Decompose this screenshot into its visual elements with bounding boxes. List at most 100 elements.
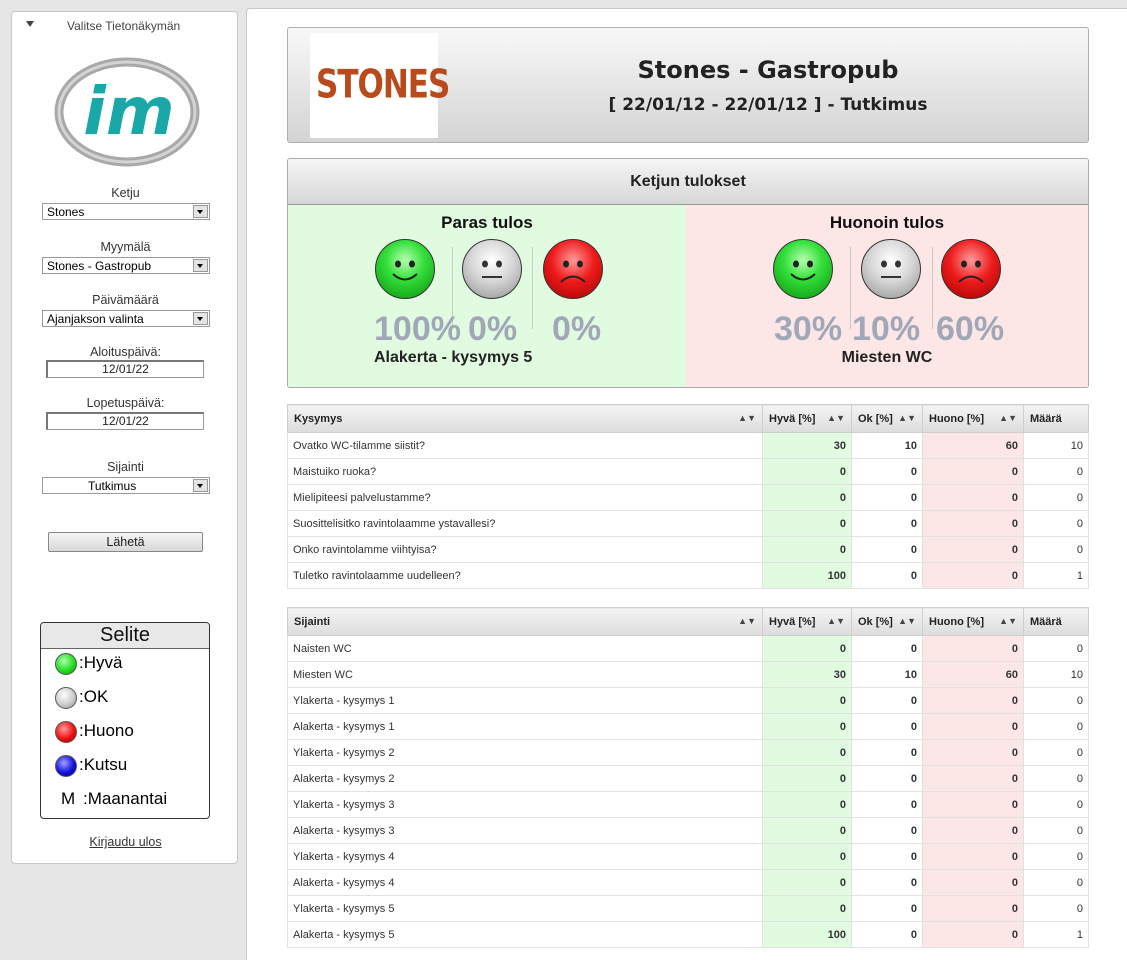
neutral-face-icon	[861, 239, 921, 299]
table-row: Ylakerta - kysymys 10000	[287, 687, 1089, 714]
legend: Selite :Hyvä :OK :Huono :Kutsu M :Maanan…	[40, 622, 210, 819]
chevron-down-icon[interactable]	[193, 205, 208, 218]
chevron-down-icon[interactable]	[193, 479, 208, 492]
submit-button[interactable]: Lähetä	[48, 532, 203, 552]
stones-logo: STONES	[310, 33, 450, 138]
chain-select[interactable]: Stones	[42, 203, 210, 220]
table-row: Alakerta - kysymys 20000	[287, 765, 1089, 792]
location-table: Sijainti ▲▼ Hyvä [%] ▲▼ Ok [%] ▲▼ Huono [%]…	[287, 607, 1089, 948]
column-header-count[interactable]: Määrä	[1023, 607, 1089, 636]
logout-link[interactable]: Kirjaudu ulos	[12, 835, 239, 849]
good-value: 0	[762, 843, 852, 870]
row-label: Naisten WC	[287, 635, 763, 662]
date-select-value: Ajanjakson valinta	[47, 312, 144, 326]
row-label: Ovatko WC-tilamme siistit?	[287, 432, 763, 459]
bad-value: 0	[922, 484, 1024, 511]
table-row: Ovatko WC-tilamme siistit? 30 10 60 10	[287, 432, 1089, 459]
red-circle-icon	[55, 721, 77, 743]
bad-value: 0	[922, 921, 1024, 948]
legend-symbol: M	[61, 789, 76, 808]
worst-result-name: Miesten WC	[841, 349, 933, 366]
legend-label: :Kutsu	[79, 755, 128, 774]
column-header-count[interactable]: Määrä	[1023, 404, 1089, 433]
row-label: Maistuiko ruoka?	[287, 458, 763, 485]
neutral-face-icon	[462, 239, 522, 299]
table-row: Suosittelisitko ravintolaamme ystavalles…	[287, 510, 1089, 537]
ok-value: 0	[851, 843, 923, 870]
count-value: 0	[1023, 895, 1089, 922]
ok-value: 0	[851, 536, 923, 563]
best-result-title: Paras tulos	[441, 213, 533, 232]
count-value: 0	[1023, 843, 1089, 870]
column-header-good[interactable]: Hyvä [%] ▲▼	[762, 404, 852, 433]
good-value: 30	[762, 432, 852, 459]
ok-value: 0	[851, 510, 923, 537]
column-header-ok[interactable]: Ok [%] ▲▼	[851, 404, 923, 433]
good-value: 30	[762, 661, 852, 688]
column-header-bad[interactable]: Huono [%] ▲▼	[922, 404, 1024, 433]
bad-value: 0	[922, 895, 1024, 922]
row-label: Ylakerta - kysymys 3	[287, 791, 763, 818]
chevron-down-icon[interactable]	[193, 312, 208, 325]
date-select[interactable]: Ajanjakson valinta	[42, 310, 210, 327]
bad-value: 0	[922, 791, 1024, 818]
store-label: Myymälä	[100, 240, 151, 254]
table-row: Alakerta - kysymys 5 100 0 0 1	[287, 921, 1089, 948]
worst-ok-percent: 10%	[852, 310, 921, 348]
ok-value: 0	[851, 739, 923, 766]
table-row: Tuletko ravintolaamme uudelleen? 100 0 0 1	[287, 562, 1089, 589]
ok-value: 0	[851, 895, 923, 922]
bad-value: 0	[922, 635, 1024, 662]
sort-icon: ▲▼	[827, 615, 845, 626]
sort-icon: ▲▼	[738, 615, 756, 626]
worst-result-panel: Huonoin tulos 30% 10% 60% Miesten WC	[686, 205, 1088, 387]
bad-value: 0	[922, 562, 1024, 589]
column-header-good[interactable]: Hyvä [%] ▲▼	[762, 607, 852, 636]
column-header-ok[interactable]: Ok [%] ▲▼	[851, 607, 923, 636]
ok-value: 10	[851, 432, 923, 459]
ok-value: 0	[851, 687, 923, 714]
column-header-question[interactable]: Kysymys ▲▼	[287, 404, 763, 433]
sort-icon: ▲▼	[999, 615, 1017, 626]
good-value: 100	[762, 921, 852, 948]
chain-results-title: Ketjun tulokset	[288, 159, 1088, 205]
bad-value: 0	[922, 536, 1024, 563]
store-select[interactable]: Stones - Gastropub	[42, 257, 210, 274]
happy-face-icon	[773, 239, 833, 299]
sort-icon: ▲▼	[898, 412, 916, 423]
location-select[interactable]: Tutkimus	[42, 477, 210, 494]
column-header-location[interactable]: Sijainti ▲▼	[287, 607, 763, 636]
table-row: Alakerta - kysymys 40000	[287, 869, 1089, 896]
collapse-triangle-icon[interactable]	[26, 21, 34, 27]
bad-value: 0	[922, 510, 1024, 537]
good-value: 0	[762, 791, 852, 818]
sad-face-icon	[543, 239, 603, 299]
column-header-bad[interactable]: Huono [%] ▲▼	[922, 607, 1024, 636]
count-value: 0	[1023, 869, 1089, 896]
good-value: 0	[762, 484, 852, 511]
sort-icon: ▲▼	[999, 412, 1017, 423]
sidebar-header[interactable]: Valitse Tietonäkymän	[12, 12, 237, 40]
legend-label: :Hyvä	[79, 653, 123, 672]
bad-value: 0	[922, 765, 1024, 792]
end-date-label: Lopetuspäivä:	[86, 396, 165, 410]
count-value: 1	[1023, 921, 1089, 948]
count-value: 10	[1023, 661, 1089, 688]
chain-select-value: Stones	[47, 205, 85, 219]
start-date-label: Aloituspäivä:	[90, 345, 161, 359]
question-table: Kysymys ▲▼ Hyvä [%] ▲▼ Ok [%] ▲▼ Huono [%] ▲…	[287, 404, 1089, 589]
end-date-field[interactable]: 12/01/22	[46, 412, 204, 430]
row-label: Alakerta - kysymys 3	[287, 817, 763, 844]
good-value: 0	[762, 765, 852, 792]
best-result-panel: Paras tulos 100% 0% 0% Alakerta - kysymy…	[288, 205, 686, 387]
legend-label: :Huono	[79, 721, 134, 740]
start-date-field[interactable]: 12/01/22	[46, 360, 204, 378]
row-label: Onko ravintolamme viihtyisa?	[287, 536, 763, 563]
count-value: 0	[1023, 791, 1089, 818]
good-value: 0	[762, 458, 852, 485]
ok-value: 0	[851, 713, 923, 740]
good-value: 0	[762, 895, 852, 922]
best-ok-percent: 0%	[468, 310, 518, 348]
ok-value: 0	[851, 562, 923, 589]
chevron-down-icon[interactable]	[193, 259, 208, 272]
